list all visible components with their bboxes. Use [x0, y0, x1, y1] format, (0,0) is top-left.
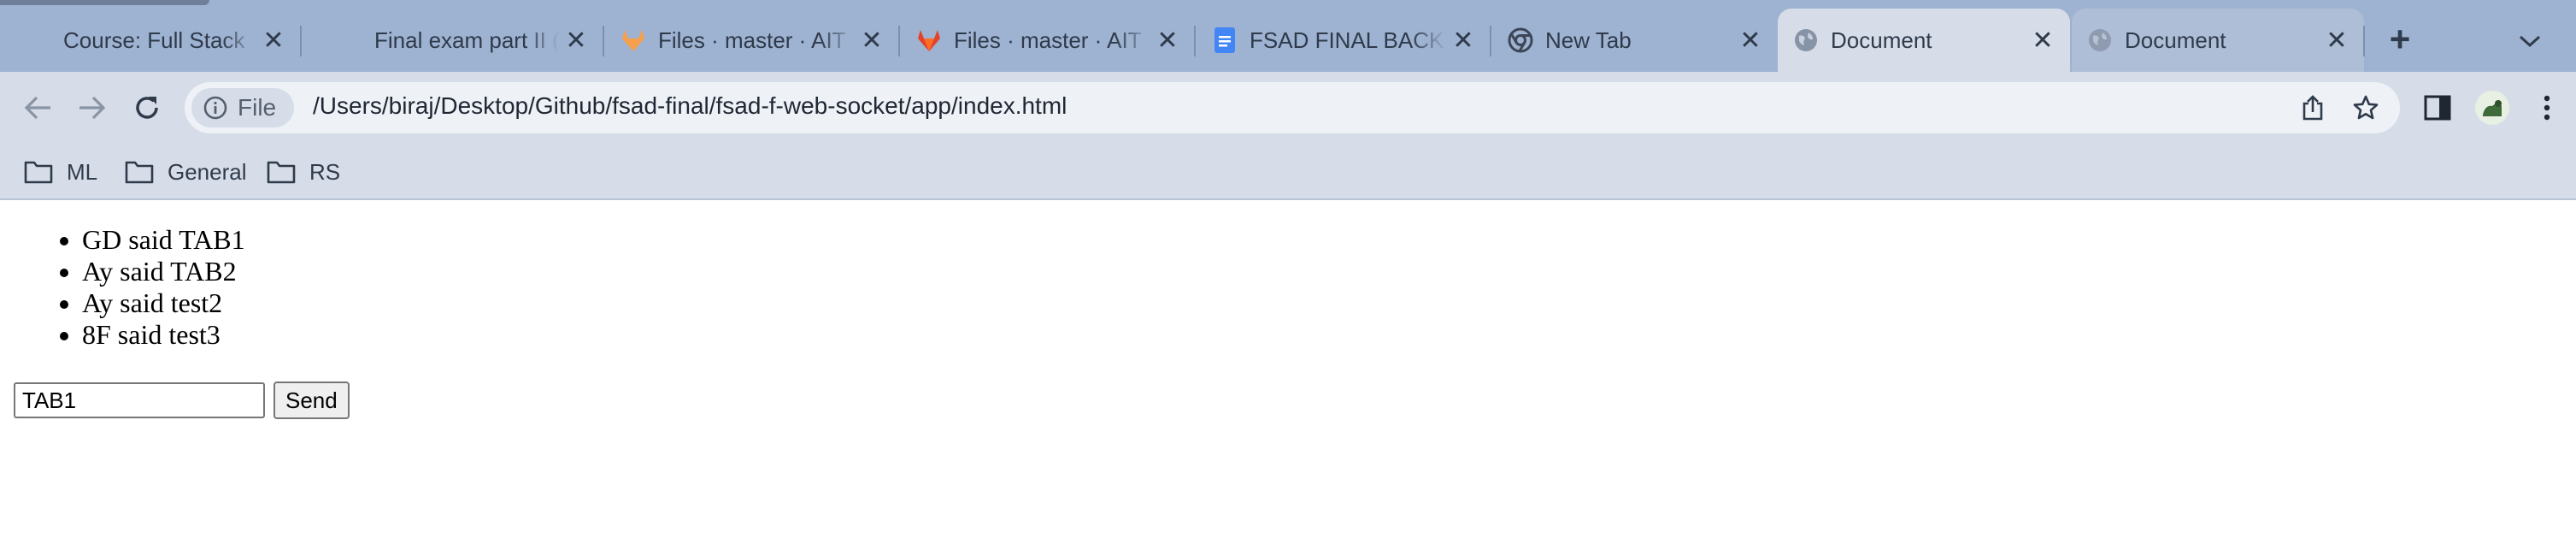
browser-toolbar: File /Users/biraj/Desktop/Github/fsad-fi… [0, 72, 2576, 144]
folder-icon [24, 161, 53, 184]
messages-list: GD said TAB1 Ay said TAB2 Ay said test2 … [51, 224, 245, 351]
tab-separator [1194, 26, 1196, 56]
tab-strip: Course: Full Stack ✕ Final exam part II … [0, 0, 2576, 72]
close-icon[interactable]: ✕ [559, 23, 593, 57]
share-icon[interactable] [2297, 92, 2328, 123]
close-icon[interactable]: ✕ [256, 23, 291, 57]
bookmarks-bar: ML General RS [0, 144, 2576, 200]
close-icon[interactable]: ✕ [2026, 23, 2060, 57]
close-icon[interactable]: ✕ [2320, 23, 2354, 57]
blank-favicon-icon [34, 27, 60, 53]
tab-new-tab[interactable]: New Tab ✕ [1492, 9, 1778, 72]
tab-title: Files · master · AIT [658, 27, 846, 53]
send-button[interactable]: Send [273, 382, 350, 419]
tab-separator [2363, 26, 2365, 56]
site-info-chip[interactable]: File [191, 88, 294, 127]
tab-document[interactable]: Document ✕ [2072, 9, 2365, 72]
message-item: Ay said TAB2 [82, 256, 245, 287]
bookmark-label: General [168, 158, 247, 185]
page-content: GD said TAB1 Ay said TAB2 Ay said test2 … [0, 202, 2576, 556]
gitlab-icon [916, 27, 942, 53]
bookmark-label: RS [309, 158, 341, 185]
tab-separator [603, 26, 604, 56]
new-tab-plus-icon[interactable]: + [2381, 21, 2419, 60]
bookmark-folder-general[interactable]: General [125, 156, 247, 188]
folder-icon [267, 161, 296, 184]
tab-title: Document [2125, 27, 2226, 53]
tab-course-full-stack[interactable]: Course: Full Stack ✕ [0, 9, 302, 72]
tab-separator [1490, 26, 1491, 56]
message-item: Ay said test2 [82, 287, 245, 319]
bookmark-star-icon[interactable] [2350, 92, 2381, 123]
chrome-icon [1508, 27, 1533, 53]
bookmark-folder-rs[interactable]: RS [267, 156, 340, 188]
tab-separator [300, 26, 302, 56]
google-docs-icon [1212, 27, 1238, 53]
info-icon [203, 96, 227, 120]
close-icon[interactable]: ✕ [1150, 23, 1185, 57]
tab-title: FSAD FINAL BACK [1250, 27, 1444, 53]
gitlab-icon [620, 27, 646, 53]
close-icon[interactable]: ✕ [1446, 23, 1480, 57]
bookmark-folder-ml[interactable]: ML [24, 156, 97, 188]
tab-gitlab-files-2[interactable]: Files · master · AIT ✕ [901, 9, 1196, 72]
side-panel-icon[interactable] [2417, 87, 2458, 128]
reload-icon[interactable] [126, 87, 168, 128]
tab-title: Document [1831, 27, 1932, 53]
more-menu-icon[interactable] [2526, 87, 2567, 128]
url-text[interactable]: /Users/biraj/Desktop/Github/fsad-final/f… [313, 92, 1067, 120]
message-form: Send [14, 382, 350, 419]
tab-title: Files · master · AIT [954, 27, 1142, 53]
message-item: GD said TAB1 [82, 224, 245, 256]
tab-document-active[interactable]: Document ✕ [1778, 9, 2070, 72]
message-input[interactable] [14, 382, 265, 418]
tab-title: Final exam part II ( [374, 27, 559, 53]
message-item: 8F said test3 [82, 319, 245, 351]
blank-favicon-icon [337, 27, 362, 53]
tab-title: Course: Full Stack [63, 27, 245, 53]
profile-avatar[interactable] [2475, 91, 2509, 125]
scheme-label: File [238, 94, 277, 121]
close-icon[interactable]: ✕ [1733, 23, 1767, 57]
tab-fsad-final-back[interactable]: FSAD FINAL BACK ✕ [1197, 9, 1491, 72]
forward-arrow-icon[interactable] [72, 87, 113, 128]
globe-icon [1793, 27, 1819, 53]
bookmark-label: ML [67, 158, 98, 185]
back-arrow-icon[interactable] [17, 87, 58, 128]
address-bar[interactable]: File /Users/biraj/Desktop/Github/fsad-fi… [185, 82, 2400, 133]
tab-final-exam[interactable]: Final exam part II ( ✕ [303, 9, 604, 72]
close-icon[interactable]: ✕ [855, 23, 889, 57]
window-drag-handle[interactable] [0, 0, 209, 5]
tab-title: New Tab [1545, 27, 1632, 53]
tab-gitlab-files-1[interactable]: Files · master · AIT ✕ [605, 9, 900, 72]
tab-separator [898, 26, 900, 56]
globe-icon [2087, 27, 2113, 53]
tab-search-chevron-down-icon[interactable] [2513, 24, 2547, 58]
folder-icon [125, 161, 154, 184]
